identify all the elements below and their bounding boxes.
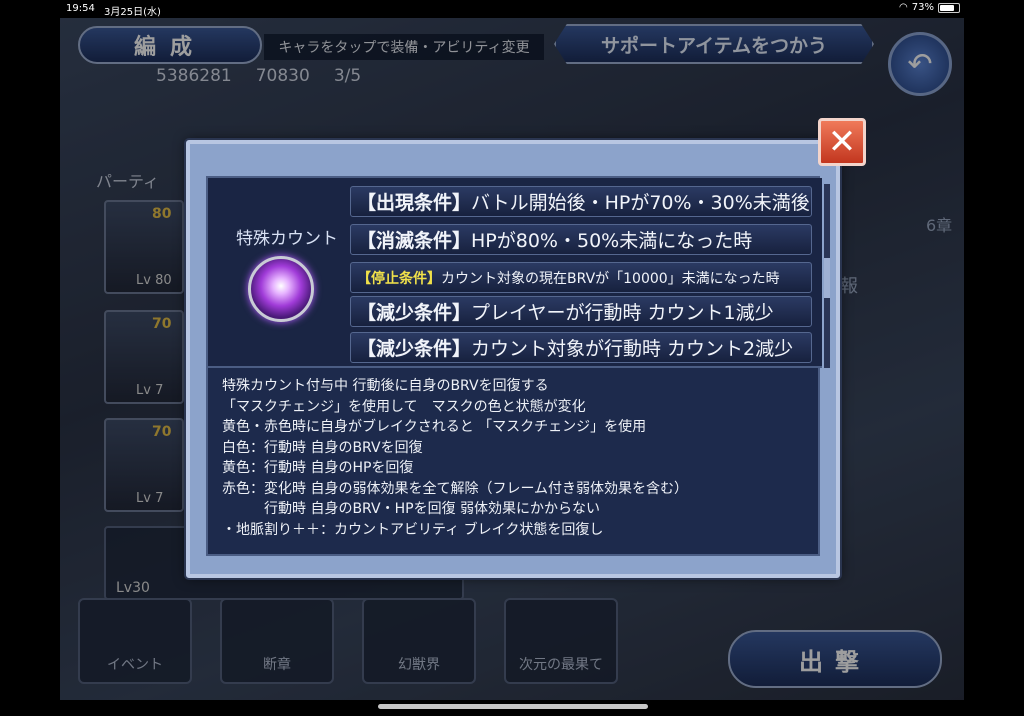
description-line: 赤色：変化時 自身の弱体効果を全て解除（フレーム付き弱体効果を含む） — [222, 480, 689, 497]
description-text[interactable]: 特殊カウント付与中 行動後に自身のBRVを回復する 「マスクチェンジ」を使用して… — [222, 376, 812, 554]
condition-appear: 【出現条件】 バトル開始後・HPが70%・30%未満後 — [350, 186, 812, 217]
close-icon[interactable]: ✕ — [818, 118, 866, 166]
status-date: 3月25日(水) — [104, 7, 161, 18]
home-indicator[interactable] — [378, 704, 648, 709]
battery-percent: 73% — [911, 2, 934, 13]
special-count-modal: 特殊カウント 【出現条件】 バトル開始後・HPが70%・30%未満後 【消滅条件】… — [186, 140, 840, 578]
special-count-orb-icon — [248, 256, 314, 322]
description-line: 行動時 自身のBRV・HPを回復 弱体効果にかからない — [222, 501, 601, 517]
description-line: 特殊カウント付与中 行動後に自身のBRVを回復する — [222, 378, 549, 394]
description-line: ・地脈割り＋＋：カウントアビリティ ブレイク状態を回復し — [222, 521, 604, 538]
battery-icon — [938, 2, 960, 13]
description-line: 白色：行動時 自身のBRVを回復 — [222, 439, 423, 456]
condition-vanish: 【消滅条件】 HPが80%・50%未満になった時 — [350, 224, 812, 255]
status-time: 19:54 — [66, 3, 95, 14]
wifi-icon: ◠ — [899, 2, 908, 13]
condition-stop: 【停止条件】 カウント対象の現在BRVが「10000」未満になった時 — [350, 262, 812, 293]
description-line: 黄色：行動時 自身のHPを回復 — [222, 460, 414, 476]
status-right: ◠ 73% — [899, 2, 960, 13]
condition-decrease-target: 【減少条件】 カウント対象が行動時 カウント2減少 — [350, 332, 812, 363]
count-title: 特殊カウント — [236, 229, 338, 249]
condition-decrease-player: 【減少条件】 プレイヤーが行動時 カウント1減少 — [350, 296, 812, 327]
count-conditions-panel: 特殊カウント 【出現条件】 バトル開始後・HPが70%・30%未満後 【消滅条件】… — [208, 178, 822, 368]
status-bar: 19:54 3月25日(水) ◠ 73% — [0, 0, 1024, 18]
scrollbar-thumb[interactable] — [824, 258, 830, 298]
description-line: 黄色・赤色時に自身がブレイクされると 「マスクチェンジ」を使用 — [222, 419, 647, 435]
modal-content: 特殊カウント 【出現条件】 バトル開始後・HPが70%・30%未満後 【消滅条件】… — [206, 176, 830, 556]
description-line: 「マスクチェンジ」を使用して マスクの色と状態が変化 — [222, 398, 586, 415]
